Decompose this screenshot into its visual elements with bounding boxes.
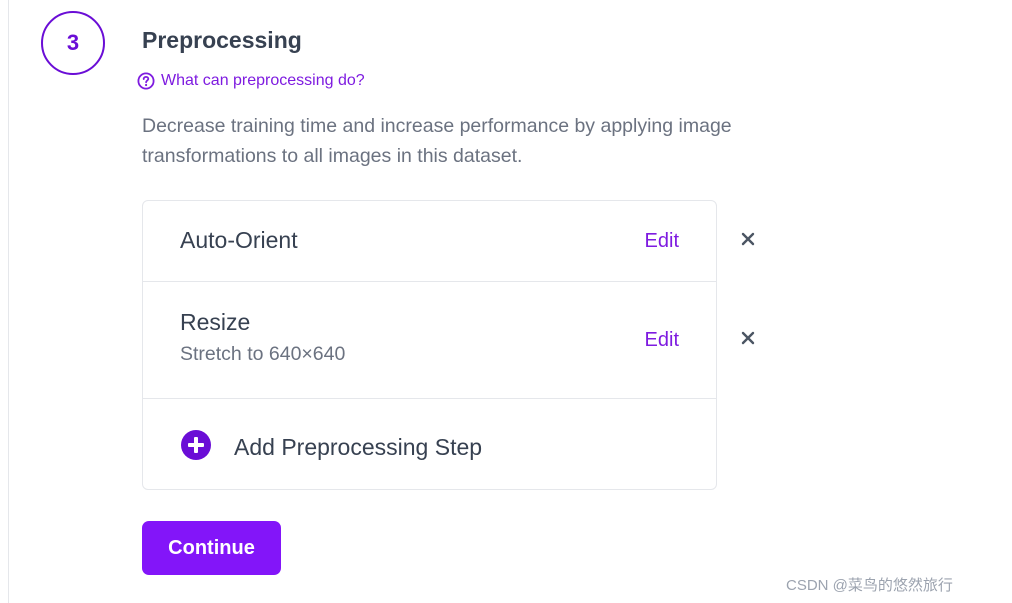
edit-auto-orient-button[interactable]: Edit <box>645 230 679 253</box>
remove-auto-orient-button[interactable] <box>738 231 758 251</box>
preprocessing-steps-card: Auto-Orient Edit Resize Stretch to 640×6… <box>142 200 717 490</box>
add-preprocessing-step-button[interactable]: Add Preprocessing Step <box>180 429 482 466</box>
preprocessing-step-row: Auto-Orient Edit <box>143 201 716 282</box>
help-link[interactable]: What can preprocessing do? <box>137 72 365 90</box>
step-number: 3 <box>66 30 80 55</box>
edit-resize-button[interactable]: Edit <box>645 329 679 352</box>
watermark: CSDN @菜鸟的悠然旅行 <box>786 577 953 594</box>
step-description: Decrease training time and increase perf… <box>142 115 732 167</box>
continue-button[interactable]: Continue <box>142 521 281 575</box>
plus-circle-icon <box>180 429 212 466</box>
close-icon <box>741 232 755 251</box>
add-step-label: Add Preprocessing Step <box>234 434 483 460</box>
preprocessing-step-row: Resize Stretch to 640×640 Edit <box>143 282 716 399</box>
step-name: Resize <box>180 309 251 335</box>
remove-resize-button[interactable] <box>738 330 758 350</box>
add-step-row: Add Preprocessing Step <box>143 399 716 490</box>
close-icon <box>741 331 755 350</box>
question-circle-icon <box>137 72 155 90</box>
step-detail: Stretch to 640×640 <box>180 343 346 365</box>
preprocessing-step-page: 3 Preprocessing What can preprocessing d… <box>0 0 1012 603</box>
step-name: Auto-Orient <box>180 227 298 253</box>
help-link-label: What can preprocessing do? <box>161 72 365 89</box>
step-number-badge: 3 <box>41 11 105 75</box>
step-connector-line <box>8 0 9 603</box>
step-title: Preprocessing <box>142 27 302 53</box>
